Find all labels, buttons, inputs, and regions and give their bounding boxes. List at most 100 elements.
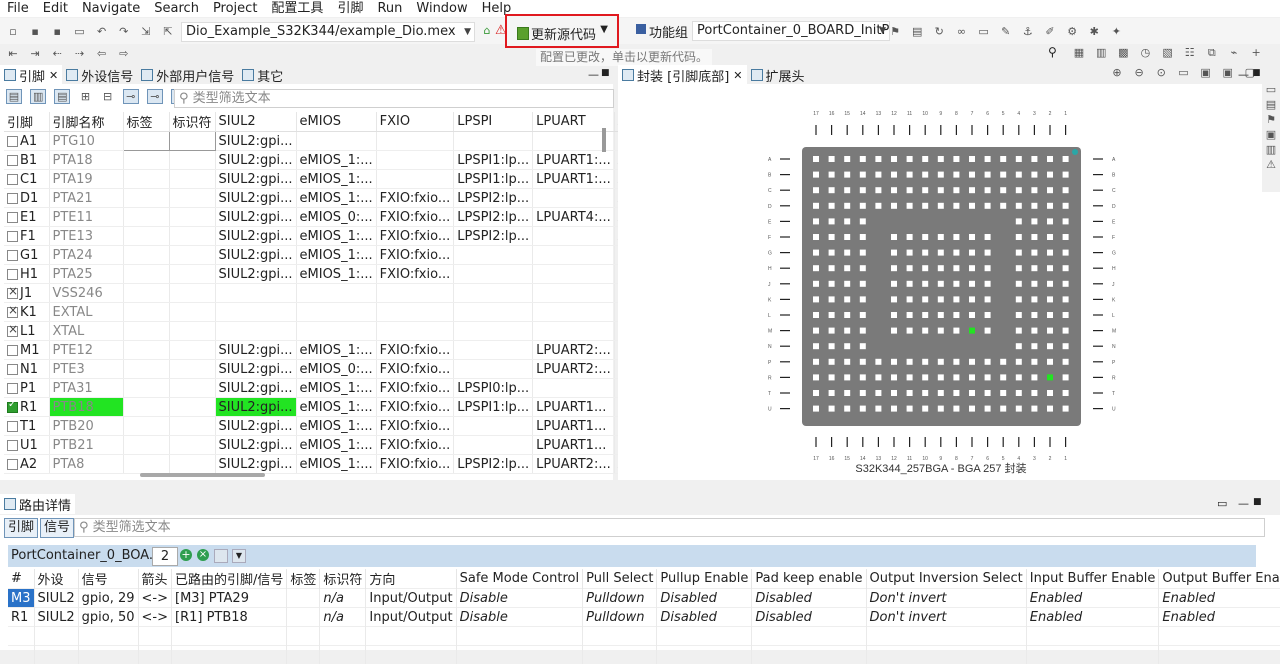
console-icon[interactable]: ▣ xyxy=(1264,128,1278,141)
container-count[interactable]: 2 xyxy=(152,547,178,566)
col-safe-mode[interactable]: Safe Mode Control xyxy=(456,569,582,589)
table-row[interactable]: R1SIUL2gpio, 50<->[R1] PTB18n/aInput/Out… xyxy=(8,608,1280,627)
view-grid-icon[interactable]: ▦ xyxy=(1072,46,1086,59)
checkbox-icon[interactable] xyxy=(7,155,18,166)
label-cell[interactable] xyxy=(123,208,169,227)
table-row[interactable]: H1PTA25SIUL2:gpi...eMIOS_1:...FXIO:fxio.… xyxy=(4,265,634,284)
table-row[interactable]: J1VSS246 xyxy=(4,284,634,303)
label-cell[interactable] xyxy=(123,303,169,322)
emios-cell[interactable] xyxy=(296,284,376,303)
emios-cell[interactable]: eMIOS_1:... xyxy=(296,265,376,284)
arrow-cell[interactable]: <-> xyxy=(138,608,171,627)
col-identifier[interactable]: 标识符 xyxy=(169,112,215,132)
emios-cell[interactable]: eMIOS_1:... xyxy=(296,379,376,398)
flag-icon[interactable]: ⚑ xyxy=(888,25,902,38)
num-cell[interactable]: M3 xyxy=(8,589,34,608)
table-view-icon[interactable]: ▤ xyxy=(6,89,22,104)
pins-filter-input[interactable]: ⚲ 类型筛选文本 xyxy=(174,89,614,108)
col-num[interactable]: # xyxy=(8,569,34,589)
emios-cell[interactable]: eMIOS_1:... xyxy=(296,455,376,474)
label-cell[interactable] xyxy=(123,246,169,265)
siul2-cell[interactable]: SIUL2:gpi... xyxy=(215,379,296,398)
signal-icon[interactable]: ⌁ xyxy=(1227,46,1241,59)
view-list-icon[interactable]: ▥ xyxy=(1094,46,1108,59)
view-bottom-icon[interactable]: ▣ xyxy=(1221,66,1235,79)
pin-name-cell[interactable]: PTA25 xyxy=(49,265,123,284)
link-signals-icon[interactable]: ⊸ xyxy=(147,89,163,104)
table-row[interactable]: P1PTA31SIUL2:gpi...eMIOS_1:...FXIO:fxio.… xyxy=(4,379,634,398)
table-row[interactable]: T1PTB20SIUL2:gpi...eMIOS_1:...FXIO:fxio.… xyxy=(4,417,634,436)
fxio-cell[interactable] xyxy=(376,132,454,151)
horizontal-scrollbar[interactable] xyxy=(140,473,265,477)
input-buffer-cell[interactable]: Enabled xyxy=(1026,589,1159,608)
checkbox-icon[interactable] xyxy=(7,250,18,261)
clocks-view-icon[interactable]: ◷ xyxy=(1138,46,1152,59)
zoom-out-icon[interactable]: ⊖ xyxy=(1132,66,1146,79)
lpspi-cell[interactable]: LPSPI1:lp... xyxy=(454,151,533,170)
menu-file[interactable]: File xyxy=(0,0,36,17)
lpuart-cell[interactable] xyxy=(533,379,615,398)
col-arrow[interactable]: 箭头 xyxy=(138,569,171,589)
fxio-cell[interactable]: FXIO:fxio... xyxy=(376,189,454,208)
identifier-cell[interactable] xyxy=(169,379,215,398)
lpuart-cell[interactable]: LPUART1:... xyxy=(533,170,615,189)
unavailable-icon[interactable] xyxy=(7,288,18,299)
export-icon[interactable]: ⇱ xyxy=(161,25,175,38)
identifier-cell[interactable] xyxy=(169,303,215,322)
emios-cell[interactable]: eMIOS_1:... xyxy=(296,436,376,455)
lpspi-cell[interactable] xyxy=(454,322,533,341)
link-pins-icon[interactable]: ⊸ xyxy=(123,89,139,104)
checkbox-icon[interactable] xyxy=(7,383,18,394)
tab-package[interactable]: 封装 [引脚底部]✕ xyxy=(618,65,747,85)
identifier-cell[interactable] xyxy=(169,208,215,227)
lpuart-cell[interactable] xyxy=(533,227,615,246)
col-pin-name[interactable]: 引脚名称 xyxy=(49,112,123,132)
col-lpspi[interactable]: LPSPI xyxy=(454,112,533,132)
table-row[interactable]: N1PTE3SIUL2:gpi...eMIOS_0:...FXIO:fxio..… xyxy=(4,360,634,379)
split-view-icon[interactable]: ▥ xyxy=(30,89,46,104)
table-row[interactable]: K1EXTAL xyxy=(4,303,634,322)
pin-name-cell[interactable]: XTAL xyxy=(49,322,123,341)
pin-name-cell[interactable]: PTA18 xyxy=(49,151,123,170)
remove-icon[interactable]: × xyxy=(197,549,209,561)
lpspi-cell[interactable]: LPSPI2:lp... xyxy=(454,455,533,474)
pin-name-cell[interactable]: PTB20 xyxy=(49,417,123,436)
fxio-cell[interactable]: FXIO:fxio... xyxy=(376,379,454,398)
output-inversion-cell[interactable]: Don't invert xyxy=(866,589,1026,608)
fxio-cell[interactable]: FXIO:fxio... xyxy=(376,227,454,246)
emios-cell[interactable]: eMIOS_1:... xyxy=(296,151,376,170)
pin-cell[interactable]: N1 xyxy=(4,360,49,379)
input-buffer-cell[interactable]: Enabled xyxy=(1026,608,1159,627)
chevron-down-icon[interactable]: ▼ xyxy=(232,549,246,563)
siul2-cell[interactable] xyxy=(215,303,296,322)
safe-mode-cell[interactable]: Disable xyxy=(456,589,582,608)
pin-name-cell[interactable]: EXTAL xyxy=(49,303,123,322)
prev-edit-icon[interactable]: ⇠ xyxy=(50,47,64,60)
tab-other[interactable]: 其它 xyxy=(238,65,287,85)
col-signal[interactable]: 信号 xyxy=(78,569,138,589)
menu-config-tools[interactable]: 配置工具 xyxy=(264,0,330,17)
arrow-left-icon[interactable]: ⇦ xyxy=(95,47,109,60)
menu-run[interactable]: Run xyxy=(370,0,409,17)
menu-window[interactable]: Window xyxy=(409,0,474,17)
label-cell[interactable] xyxy=(123,265,169,284)
siul2-cell[interactable] xyxy=(215,284,296,303)
label-cell[interactable] xyxy=(123,417,169,436)
siul2-cell[interactable]: SIUL2:gpi... xyxy=(215,265,296,284)
function-group-combo[interactable]: PortContainer_0_BOARD_InitP ▼ xyxy=(692,21,890,41)
emios-cell[interactable] xyxy=(296,303,376,322)
identifier-cell[interactable] xyxy=(169,417,215,436)
identifier-cell[interactable] xyxy=(169,170,215,189)
pin-name-cell[interactable]: PTB21 xyxy=(49,436,123,455)
menu-project[interactable]: Project xyxy=(206,0,264,17)
col-routed-pin[interactable]: 已路由的引脚/信号 xyxy=(172,569,287,589)
undo-icon[interactable]: ↶ xyxy=(95,25,109,38)
identifier-cell[interactable] xyxy=(169,360,215,379)
lpuart-cell[interactable] xyxy=(533,189,615,208)
lpuart-cell[interactable]: LPUART2:... xyxy=(533,360,615,379)
table-row[interactable]: G1PTA24SIUL2:gpi...eMIOS_1:...FXIO:fxio.… xyxy=(4,246,634,265)
minimize-icon[interactable]: — xyxy=(588,68,599,81)
col-output-buffer[interactable]: Output Buffer Enable xyxy=(1159,569,1280,589)
col-siul2[interactable]: SIUL2 xyxy=(215,112,296,132)
filter-routed-icon[interactable]: ⊞ xyxy=(78,90,92,103)
